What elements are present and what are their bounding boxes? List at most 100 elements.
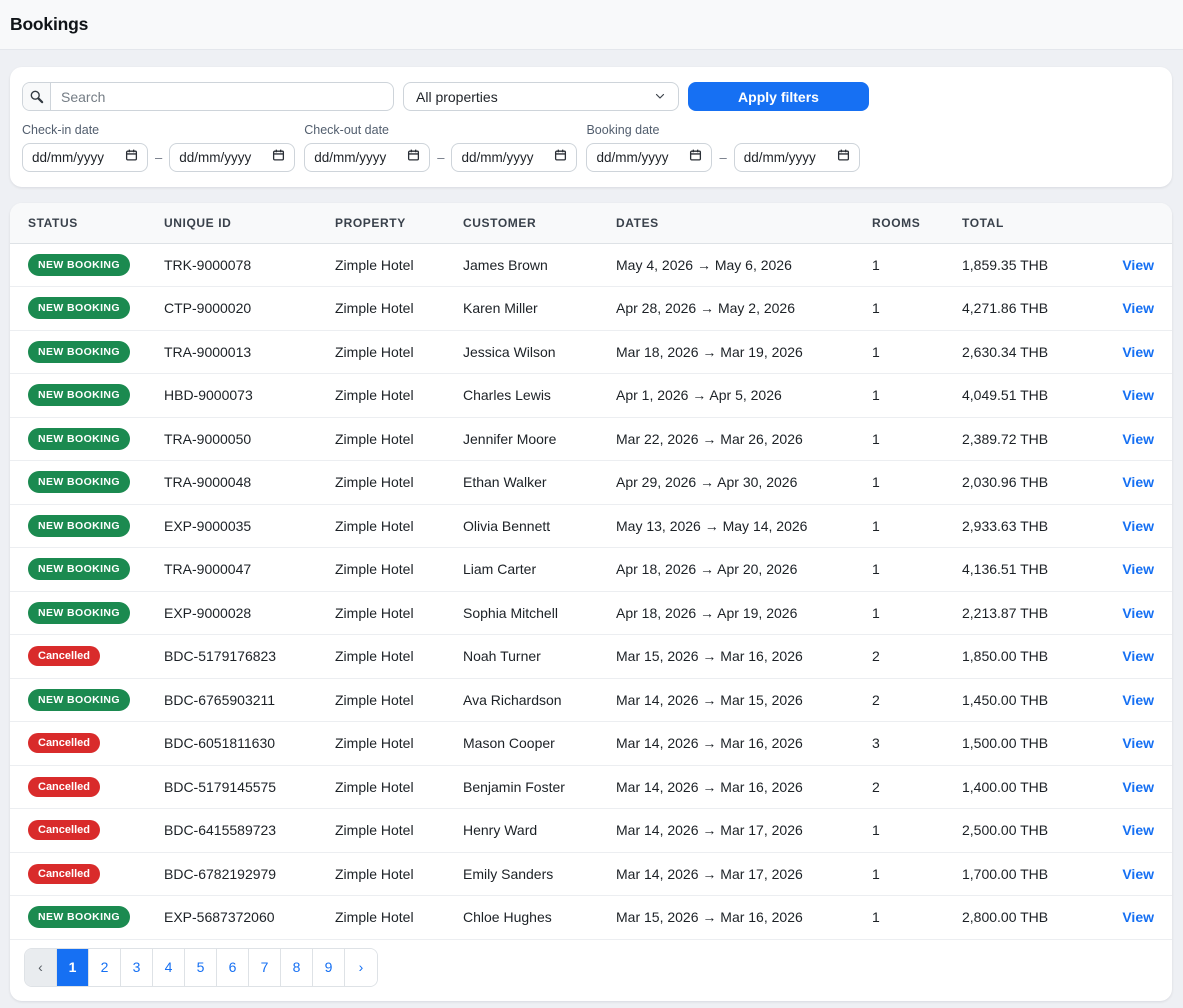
- cell-customer: Karen Miller: [445, 287, 598, 331]
- pagination-page-6[interactable]: 6: [217, 949, 249, 986]
- pagination-page-7[interactable]: 7: [249, 949, 281, 986]
- column-header: UNIQUE ID: [146, 203, 317, 243]
- date-to-input[interactable]: dd/mm/yyyy: [169, 143, 295, 172]
- cell-unique-id: TRK-9000078: [146, 243, 317, 287]
- property-select[interactable]: All properties: [403, 82, 679, 111]
- cell-unique-id: BDC-5179145575: [146, 765, 317, 809]
- calendar-icon[interactable]: [407, 148, 420, 167]
- pagination-page-2[interactable]: 2: [89, 949, 121, 986]
- cell-property: Zimple Hotel: [317, 243, 445, 287]
- date-placeholder: dd/mm/yyyy: [314, 150, 386, 165]
- cell-property: Zimple Hotel: [317, 461, 445, 505]
- cell-status: Cancelled: [10, 635, 146, 679]
- pagination-page-3[interactable]: 3: [121, 949, 153, 986]
- table-row: NEW BOOKING EXP-9000035 Zimple Hotel Oli…: [10, 504, 1172, 548]
- cell-view: View: [1084, 243, 1172, 287]
- view-link[interactable]: View: [1122, 387, 1154, 403]
- date-range-filter: Booking date dd/mm/yyyy – dd/mm/yyyy: [586, 123, 859, 172]
- calendar-icon[interactable]: [272, 148, 285, 167]
- date-from-input[interactable]: dd/mm/yyyy: [586, 143, 712, 172]
- cell-dates: Mar 22, 2026 → Mar 26, 2026: [598, 417, 854, 461]
- date-placeholder: dd/mm/yyyy: [744, 150, 816, 165]
- cell-customer: Jennifer Moore: [445, 417, 598, 461]
- calendar-icon[interactable]: [554, 148, 567, 167]
- cell-view: View: [1084, 852, 1172, 896]
- view-link[interactable]: View: [1122, 735, 1154, 751]
- cell-total: 1,400.00 THB: [944, 765, 1084, 809]
- calendar-icon[interactable]: [837, 148, 850, 167]
- date-from-input[interactable]: dd/mm/yyyy: [304, 143, 430, 172]
- view-link[interactable]: View: [1122, 474, 1154, 490]
- table-row: NEW BOOKING TRA-9000047 Zimple Hotel Lia…: [10, 548, 1172, 592]
- bookings-table-card: STATUSUNIQUE IDPROPERTYCUSTOMERDATESROOM…: [10, 203, 1172, 1001]
- view-link[interactable]: View: [1122, 605, 1154, 621]
- calendar-icon[interactable]: [689, 148, 702, 167]
- table-header-row: STATUSUNIQUE IDPROPERTYCUSTOMERDATESROOM…: [10, 203, 1172, 243]
- date-range-separator: –: [435, 150, 446, 165]
- cell-view: View: [1084, 548, 1172, 592]
- column-header: STATUS: [10, 203, 146, 243]
- cell-customer: Jessica Wilson: [445, 330, 598, 374]
- view-link[interactable]: View: [1122, 344, 1154, 360]
- view-link[interactable]: View: [1122, 822, 1154, 838]
- search-input[interactable]: [51, 83, 393, 110]
- status-badge: NEW BOOKING: [28, 254, 130, 276]
- date-from-input[interactable]: dd/mm/yyyy: [22, 143, 148, 172]
- view-link[interactable]: View: [1122, 692, 1154, 708]
- cell-unique-id: BDC-6415589723: [146, 809, 317, 853]
- status-badge: Cancelled: [28, 777, 100, 797]
- cell-status: NEW BOOKING: [10, 591, 146, 635]
- table-row: NEW BOOKING EXP-9000028 Zimple Hotel Sop…: [10, 591, 1172, 635]
- view-link[interactable]: View: [1122, 779, 1154, 795]
- cell-total: 1,859.35 THB: [944, 243, 1084, 287]
- view-link[interactable]: View: [1122, 866, 1154, 882]
- cell-property: Zimple Hotel: [317, 417, 445, 461]
- view-link[interactable]: View: [1122, 257, 1154, 273]
- cell-property: Zimple Hotel: [317, 809, 445, 853]
- cell-customer: Ethan Walker: [445, 461, 598, 505]
- view-link[interactable]: View: [1122, 909, 1154, 925]
- cell-dates: Mar 14, 2026 → Mar 17, 2026: [598, 809, 854, 853]
- pagination-prev-button[interactable]: ‹: [25, 949, 57, 986]
- filter-row-dates: Check-in date dd/mm/yyyy – dd/mm/yyyy: [22, 123, 1158, 172]
- cell-property: Zimple Hotel: [317, 504, 445, 548]
- view-link[interactable]: View: [1122, 431, 1154, 447]
- cell-status: Cancelled: [10, 852, 146, 896]
- pagination-page-8[interactable]: 8: [281, 949, 313, 986]
- status-badge: NEW BOOKING: [28, 689, 130, 711]
- cell-rooms: 1: [854, 504, 944, 548]
- pagination-page-4[interactable]: 4: [153, 949, 185, 986]
- view-link[interactable]: View: [1122, 518, 1154, 534]
- date-to-input[interactable]: dd/mm/yyyy: [451, 143, 577, 172]
- cell-unique-id: BDC-6765903211: [146, 678, 317, 722]
- cell-view: View: [1084, 635, 1172, 679]
- pagination-next-button[interactable]: ›: [345, 949, 377, 986]
- view-link[interactable]: View: [1122, 300, 1154, 316]
- pagination-page-1[interactable]: 1: [57, 949, 89, 986]
- date-range-separator: –: [717, 150, 728, 165]
- cell-unique-id: TRA-9000047: [146, 548, 317, 592]
- cell-rooms: 1: [854, 243, 944, 287]
- table-row: NEW BOOKING BDC-6765903211 Zimple Hotel …: [10, 678, 1172, 722]
- cell-status: NEW BOOKING: [10, 374, 146, 418]
- cell-customer: Benjamin Foster: [445, 765, 598, 809]
- cell-status: NEW BOOKING: [10, 287, 146, 331]
- cell-dates: Mar 18, 2026 → Mar 19, 2026: [598, 330, 854, 374]
- cell-customer: Mason Cooper: [445, 722, 598, 766]
- pagination-page-5[interactable]: 5: [185, 949, 217, 986]
- date-range-separator: –: [153, 150, 164, 165]
- date-to-input[interactable]: dd/mm/yyyy: [734, 143, 860, 172]
- cell-view: View: [1084, 374, 1172, 418]
- date-range-label: Check-in date: [22, 123, 295, 137]
- calendar-icon[interactable]: [125, 148, 138, 167]
- cell-dates: Mar 14, 2026 → Mar 16, 2026: [598, 765, 854, 809]
- cell-rooms: 1: [854, 417, 944, 461]
- date-range-label: Check-out date: [304, 123, 577, 137]
- view-link[interactable]: View: [1122, 561, 1154, 577]
- view-link[interactable]: View: [1122, 648, 1154, 664]
- apply-filters-button[interactable]: Apply filters: [688, 82, 869, 111]
- cell-property: Zimple Hotel: [317, 330, 445, 374]
- cell-status: Cancelled: [10, 809, 146, 853]
- cell-total: 2,800.00 THB: [944, 896, 1084, 940]
- pagination-page-9[interactable]: 9: [313, 949, 345, 986]
